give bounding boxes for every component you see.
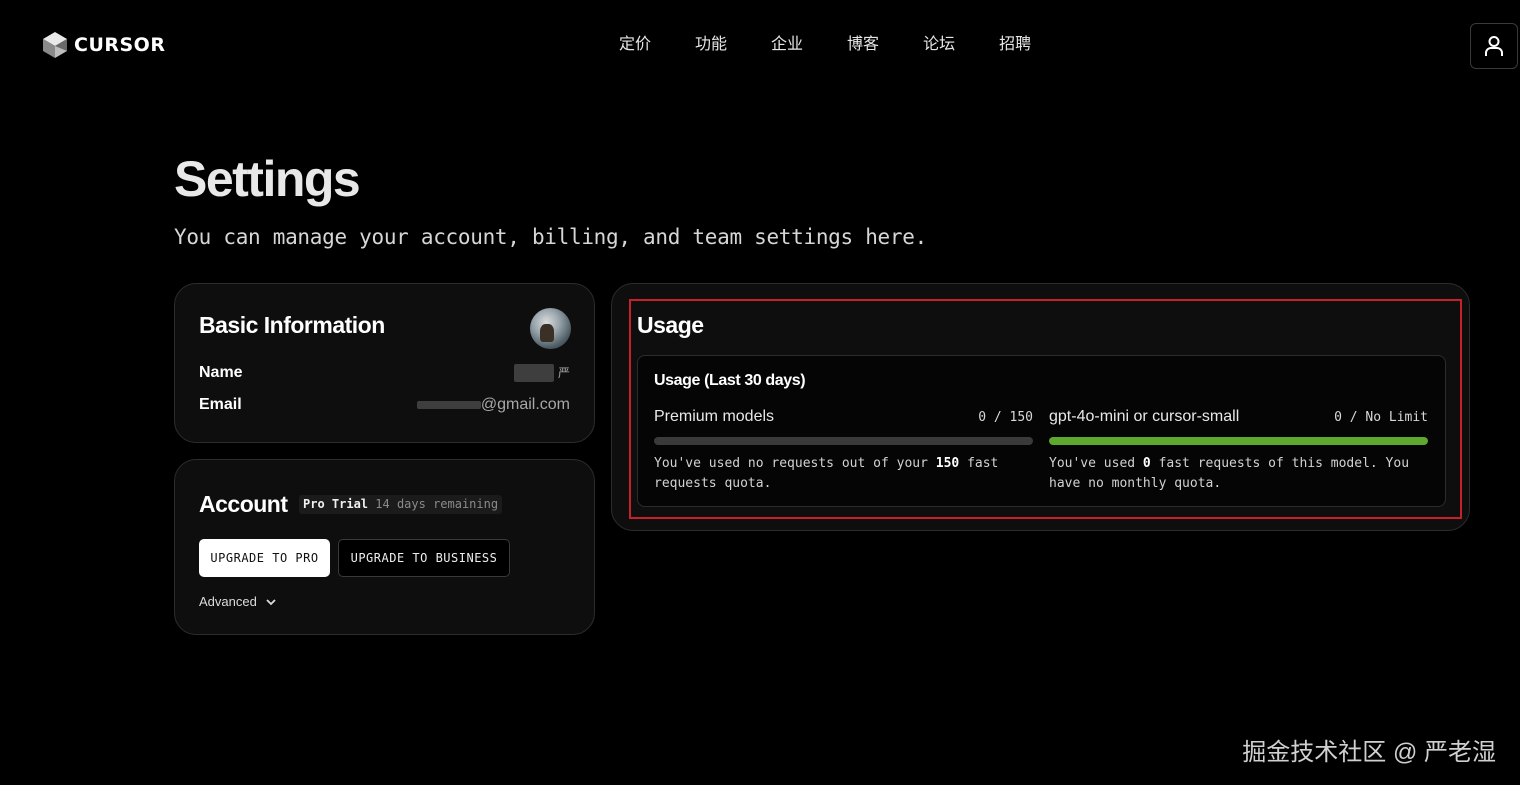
- page-title: Settings: [174, 151, 361, 207]
- name-visible-part: 严: [557, 366, 570, 381]
- usage-period-title: Usage (Last 30 days): [654, 372, 806, 389]
- nav-careers[interactable]: 招聘: [983, 34, 1045, 56]
- small-models-label: gpt-4o-mini or cursor-small: [1049, 408, 1240, 425]
- premium-desc-text: You've used no requests out of your: [654, 456, 936, 471]
- nav-blog[interactable]: 博客: [831, 34, 893, 56]
- cube-logo-icon: [43, 32, 67, 58]
- small-desc-count: 0: [1142, 456, 1151, 471]
- name-value: 严: [513, 364, 570, 382]
- account-card: Account Pro Trial 14 days remaining UPGR…: [174, 459, 595, 635]
- nav-pricing[interactable]: 定价: [603, 34, 665, 56]
- chevron-down-icon: [266, 598, 276, 605]
- cursor-logo[interactable]: CURSOR: [42, 31, 165, 59]
- usage-title: Usage: [637, 312, 704, 338]
- premium-models-label: Premium models: [654, 408, 775, 425]
- small-progress-bar: [1049, 437, 1428, 445]
- plan-remaining: 14 days remaining: [375, 497, 499, 511]
- advanced-toggle[interactable]: Advanced: [199, 594, 277, 609]
- usage-panel: Usage (Last 30 days) Premium models 0 / …: [637, 355, 1446, 507]
- upgrade-to-business-button[interactable]: UPGRADE TO BUSINESS: [338, 539, 510, 577]
- nav-forum[interactable]: 论坛: [907, 34, 969, 56]
- redacted-email: [416, 400, 481, 409]
- account-title: Account: [199, 491, 288, 517]
- plan-name: Pro Trial: [303, 497, 369, 511]
- usage-card: Usage Usage (Last 30 days) Premium model…: [611, 283, 1470, 531]
- redacted-name: [513, 364, 554, 382]
- nav-enterprise[interactable]: 企业: [755, 34, 817, 56]
- small-count: 0 / No Limit: [1334, 410, 1428, 425]
- premium-desc-quota: 150: [935, 456, 960, 471]
- basic-information-title: Basic Information: [199, 312, 385, 338]
- upgrade-to-pro-button[interactable]: UPGRADE TO PRO: [199, 539, 330, 577]
- email-domain: @gmail.com: [480, 396, 570, 413]
- premium-description: You've used no requests out of your 150 …: [654, 454, 1033, 494]
- nav-features[interactable]: 功能: [679, 34, 741, 56]
- name-label: Name: [199, 364, 243, 381]
- premium-usage: Premium models 0 / 150 You've used no re…: [654, 408, 1033, 494]
- basic-information-card: Basic Information Name 严 Email @gmail.co…: [174, 283, 595, 443]
- logo-text: CURSOR: [74, 34, 166, 56]
- top-nav: 定价 功能 企业 博客 论坛 招聘: [603, 34, 1059, 56]
- premium-count: 0 / 150: [978, 410, 1033, 425]
- premium-progress-bar: [654, 437, 1033, 445]
- page-subtitle: You can manage your account, billing, an…: [174, 225, 927, 249]
- user-icon: [1485, 36, 1503, 56]
- email-label: Email: [199, 396, 242, 413]
- plan-badge: Pro Trial 14 days remaining: [299, 495, 503, 514]
- avatar[interactable]: [530, 308, 571, 349]
- email-value: @gmail.com: [416, 396, 570, 414]
- advanced-label: Advanced: [199, 594, 257, 609]
- small-desc-text: You've used: [1049, 456, 1143, 471]
- user-menu-button[interactable]: [1470, 23, 1518, 69]
- watermark: 掘金技术社区 @ 严老湿: [1242, 739, 1496, 766]
- small-description: You've used 0 fast requests of this mode…: [1049, 454, 1428, 494]
- small-progress-fill: [1049, 437, 1428, 445]
- small-model-usage: gpt-4o-mini or cursor-small 0 / No Limit…: [1049, 408, 1428, 494]
